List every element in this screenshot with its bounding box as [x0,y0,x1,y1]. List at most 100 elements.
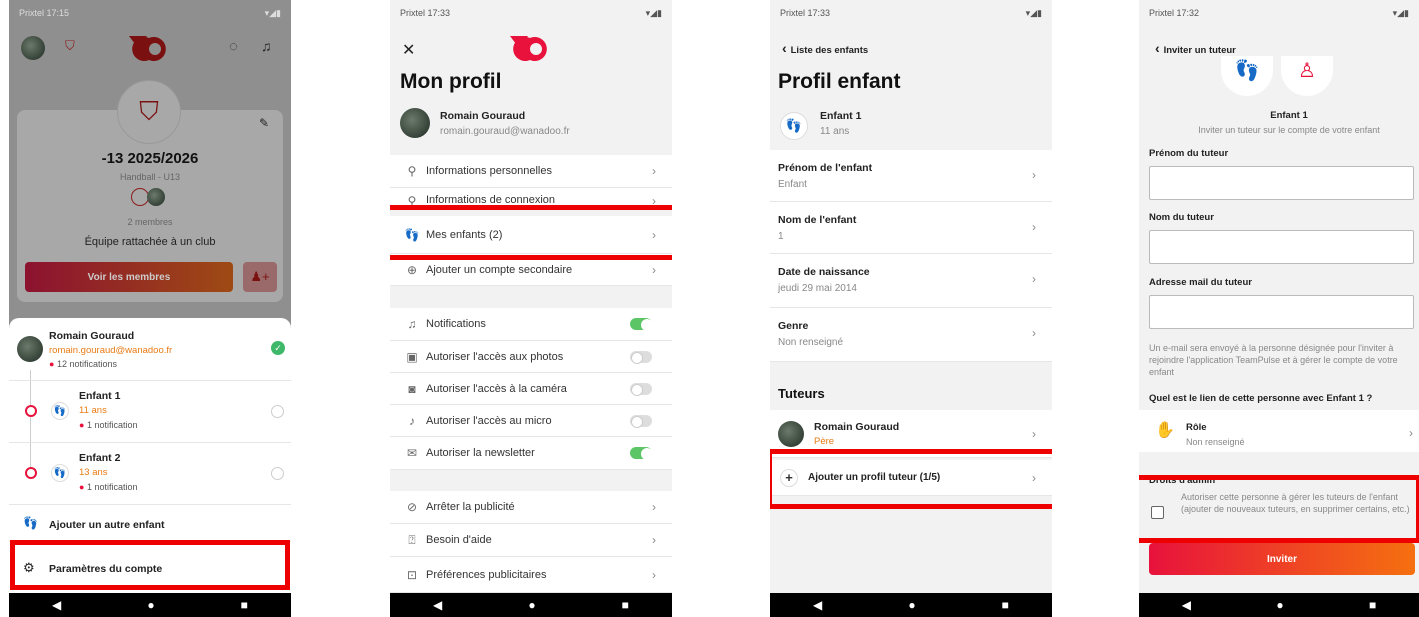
recents-icon[interactable]: ■ [622,598,629,612]
bell-icon: ♫ [407,317,417,331]
child-avatar-icon: 👣 [780,112,808,140]
divider [9,380,291,381]
divider [9,442,291,443]
field-gender[interactable]: Genre Non renseigné › [770,308,1052,362]
avatar [778,420,804,447]
back-button[interactable]: ‹ Liste des enfants [782,40,868,56]
back-icon[interactable]: ◀ [433,598,442,612]
field-last-name[interactable]: Nom de l'enfant 1 › [770,202,1052,254]
members-avatars [129,188,169,208]
menu-item-ad-preferences[interactable]: ⊡ Préférences publicitaires › [390,557,672,593]
home-icon[interactable]: ● [1276,598,1283,612]
profile-name: Romain Gouraud [440,110,526,122]
signal-icon: ▾◢▮ [645,8,662,18]
email-label: Adresse mail du tuteur [1149,277,1252,288]
radio-icon[interactable] [271,467,284,480]
home-icon[interactable]: ● [147,598,154,612]
field-birth-date[interactable]: Date de naissance jeudi 29 mai 2014 › [770,254,1052,308]
app-logo [127,32,173,62]
help-icon: ⍰ [408,532,416,547]
team-category: Handball - U13 [119,172,181,182]
chevron-left-icon: ‹ [1155,40,1164,56]
block-icon: ⊘ [406,500,418,514]
invite-button[interactable]: Inviter [1149,543,1415,575]
camera-toggle[interactable] [630,382,652,396]
avatar[interactable] [21,36,45,60]
see-members-button[interactable]: Voir les membres [25,262,233,292]
screen-invite-tutor: Prixtel 17:32 ▾◢▮ ‹ Inviter un tuteur 👣 ♙… [1139,0,1419,617]
add-child-button[interactable]: Ajouter un autre enfant [49,519,165,531]
newsletter-toggle[interactable] [630,447,653,460]
field-first-name[interactable]: Prénom de l'enfant Enfant › [770,150,1052,202]
screen-my-profile: Prixtel 17:33 ▾◢▮ ✕ Mon profil Romain Gou… [390,0,672,617]
radio-icon[interactable] [271,405,284,418]
chevron-right-icon: › [652,500,656,514]
notifications-toggle[interactable] [630,318,653,331]
toggle-row-notifications: ♫ Notifications [390,308,672,341]
photos-toggle[interactable] [630,350,652,364]
back-icon[interactable]: ◀ [813,598,822,612]
microphone-icon: ♪ [409,413,415,428]
role-selector[interactable]: ✋ Rôle Non renseigné › [1139,410,1419,452]
edit-icon[interactable]: ✎ [259,116,269,130]
recents-icon[interactable]: ■ [241,598,248,612]
account-notifications: ● 12 notifications [49,359,117,369]
last-name-label: Nom du tuteur [1149,212,1214,223]
back-icon[interactable]: ◀ [52,598,61,612]
recents-icon[interactable]: ■ [1002,598,1009,612]
chevron-right-icon: › [1032,326,1036,340]
person-icon: ⚲ [407,164,417,178]
child-name: Enfant 1 [820,110,862,122]
highlight-box [770,449,1052,509]
status-bar: Prixtel 17:33 ▾◢▮ [400,8,662,18]
screen-child-profile: Prixtel 17:33 ▾◢▮ ‹ Liste des enfants Pro… [770,0,1052,617]
shield-icon[interactable]: ⛉ [65,38,75,54]
back-icon[interactable]: ◀ [1182,598,1191,612]
child1-notifications: ● 1 notification [79,420,138,430]
toggle-row-micro: ♪ Autoriser l'accès au micro [390,405,672,437]
chevron-right-icon: › [652,567,656,582]
android-nav-bar: ◀ ● ■ [1139,593,1419,617]
check-icon[interactable]: ✓ [271,341,285,355]
footprint-icon: 👣 [23,516,38,530]
club-status: Équipe rattachée à un club [84,236,216,248]
tutor-last-name-input[interactable] [1149,230,1414,264]
chevron-right-icon: › [652,164,656,178]
divider [9,504,291,505]
home-icon[interactable]: ● [908,598,915,612]
team-badge: ⛉ [117,80,181,144]
profile-email: romain.gouraud@wanadoo.fr [440,126,570,137]
home-icon[interactable]: ● [528,598,535,612]
signal-icon: ▾◢▮ [264,8,281,18]
signal-icon: ▾◢▮ [1025,8,1042,18]
child1-name[interactable]: Enfant 1 [79,390,120,402]
chevron-right-icon: › [652,262,656,277]
tutor-first-name-input[interactable] [1149,166,1414,200]
menu-item-personal-info[interactable]: ⚲ Informations personnelles › [390,155,672,188]
add-member-button[interactable]: ♟+ [243,262,277,292]
page-title: Mon profil [400,70,502,93]
ad-icon: ⊡ [406,567,418,582]
back-button[interactable]: ‹ Inviter un tuteur [1155,40,1236,56]
link-question: Quel est le lien de cette personne avec … [1149,393,1373,404]
screen-account-switcher: Prixtel 17:15 ▾◢▮ ⛉ ◌ ♫ ⛉ ✎ -13 2025/2026… [9,0,291,617]
recents-icon[interactable]: ■ [1369,598,1376,612]
android-nav-bar: ◀ ● ■ [770,593,1052,617]
close-icon[interactable]: ✕ [402,40,415,60]
chat-icon[interactable]: ◌ [229,38,238,55]
status-bar: Prixtel 17:15 ▾◢▮ [19,8,281,18]
tutor-placeholder-icon: ♙ [1281,56,1333,96]
mail-icon: ✉ [406,446,418,460]
image-icon: ▣ [406,349,418,364]
radio-selected-icon [25,405,37,417]
menu-item-stop-ads[interactable]: ⊘ Arrêter la publicité › [390,491,672,524]
account-name[interactable]: Romain Gouraud [49,330,134,342]
toggle-row-camera: ◙ Autoriser l'accès à la caméra [390,373,672,405]
micro-toggle[interactable] [630,414,652,428]
bell-icon[interactable]: ♫ [261,38,272,54]
menu-item-help[interactable]: ⍰ Besoin d'aide › [390,524,672,557]
child1-age: 11 ans [79,405,107,416]
tree-line [30,370,31,475]
child2-name[interactable]: Enfant 2 [79,452,120,464]
tutor-email-input[interactable] [1149,295,1414,329]
